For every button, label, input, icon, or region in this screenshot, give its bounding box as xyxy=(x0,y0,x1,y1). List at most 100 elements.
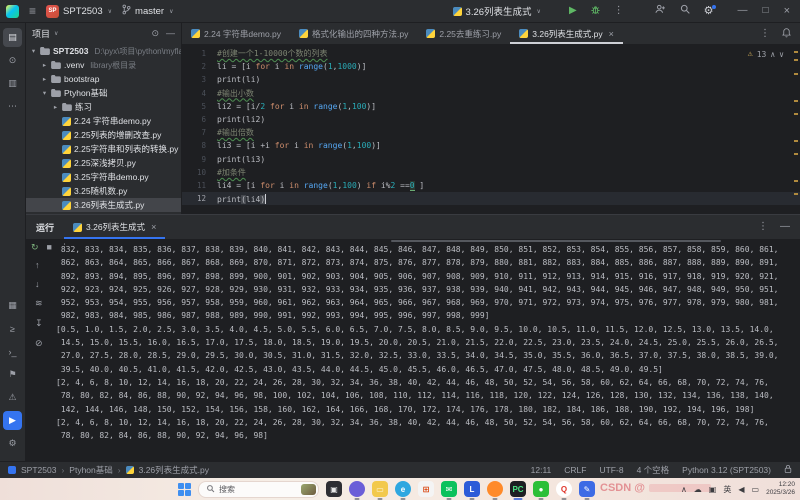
commit-tool-icon[interactable]: ⊙ xyxy=(3,51,22,70)
console-line[interactable]: 952, 953, 954, 955, 956, 957, 958, 959, … xyxy=(56,296,800,309)
run-button[interactable]: ▶ xyxy=(569,6,577,16)
code-line[interactable]: 9print(li3) xyxy=(182,153,800,166)
taskbar-search[interactable]: 搜索 xyxy=(198,481,319,498)
tab-options-icon[interactable]: ⋮ xyxy=(760,29,770,39)
start-button[interactable] xyxy=(178,483,191,496)
next-warning-icon[interactable]: ∨ xyxy=(779,50,784,59)
tree-item[interactable]: 2.25深浅拷贝.py xyxy=(26,156,181,170)
run-tab[interactable]: 3.26列表生成式 × xyxy=(64,215,165,239)
code-with-me-icon[interactable] xyxy=(654,2,666,20)
structure-tool-icon[interactable]: ▥ xyxy=(3,74,22,93)
notifications-bell-icon[interactable] xyxy=(781,25,792,43)
code-line[interactable]: 3print(li) xyxy=(182,73,800,86)
tree-item[interactable]: 3.26列表生成式.py xyxy=(26,198,181,212)
terminal-icon[interactable]: ›_ xyxy=(3,342,22,361)
code-line[interactable]: 10#加条件 xyxy=(182,166,800,179)
console-line[interactable]: 982, 983, 984, 985, 986, 987, 988, 989, … xyxy=(56,309,800,322)
more-options-icon[interactable]: ⋮ xyxy=(60,242,69,253)
statusbar-item[interactable]: Python 3.12 (SPT2503) xyxy=(682,465,771,475)
console-line[interactable]: 27.0, 27.5, 28.0, 28.5, 29.0, 29.5, 30.0… xyxy=(56,349,800,362)
console-line[interactable]: 862, 863, 864, 865, 866, 867, 868, 869, … xyxy=(56,256,800,269)
python-packages-icon[interactable]: ▦ xyxy=(3,296,22,315)
onedrive-icon[interactable]: ☁ xyxy=(694,485,702,494)
file-explorer-icon[interactable]: ▭ xyxy=(372,481,388,497)
code-line[interactable]: 6print(li2) xyxy=(182,113,800,126)
code-line[interactable]: 4#输出小数 xyxy=(182,87,800,100)
tree-item[interactable]: 2.25字符串和列表的转换.py xyxy=(26,142,181,156)
tree-item[interactable]: 2.24 字符串demo.py xyxy=(26,114,181,128)
editor-tab[interactable]: 3.26列表生成式.py× xyxy=(510,23,623,44)
run-config-selector[interactable]: 3.26列表生成式 ∨ xyxy=(453,4,541,18)
soft-wrap-icon[interactable]: ≋ xyxy=(35,298,43,309)
branch-selector[interactable]: master ∨ xyxy=(122,4,173,18)
clear-console-icon[interactable]: ⊘ xyxy=(35,338,43,349)
statusbar-item[interactable]: UTF-8 xyxy=(599,465,623,475)
console-line[interactable]: [2, 4, 6, 8, 10, 12, 14, 16, 18, 20, 22,… xyxy=(56,416,800,429)
locate-file-icon[interactable]: ⊙ xyxy=(151,28,159,39)
hide-panel-icon[interactable]: — xyxy=(166,28,175,39)
close-icon[interactable]: × xyxy=(151,222,156,232)
editor-tab[interactable]: 格式化输出的四种方法.py xyxy=(290,23,417,44)
tray-expand-icon[interactable]: ∧ xyxy=(681,485,687,494)
project-panel-header[interactable]: 项目 ∨ ⊙ — xyxy=(26,23,181,44)
tree-item[interactable]: ▸bootstrap xyxy=(26,72,181,86)
console-hscrollbar[interactable] xyxy=(391,240,721,242)
breadcrumb-item[interactable]: SPT2503 xyxy=(21,465,56,475)
tree-item[interactable]: ▾SPT2503D:\pyx\项目\python\myflaskd xyxy=(26,44,181,58)
qq-icon[interactable]: Q xyxy=(556,481,572,497)
breadcrumb-item[interactable]: 3.26列表生成式.py xyxy=(139,464,209,476)
console-line[interactable]: 892, 893, 894, 895, 896, 897, 898, 899, … xyxy=(56,270,800,283)
tree-item[interactable]: 3.25字符串demo.py xyxy=(26,170,181,184)
code-line[interactable]: 1#创建一个1-10000个数的列表 xyxy=(182,47,800,60)
statusbar-item[interactable]: CRLF xyxy=(564,465,586,475)
ime-indicator[interactable]: 英 xyxy=(723,484,731,495)
tray-app-icon[interactable]: ▣ xyxy=(709,485,717,494)
console-line[interactable]: 78, 80, 82, 84, 86, 88, 90, 92, 94, 96, … xyxy=(56,429,800,442)
close-tab-icon[interactable]: × xyxy=(609,29,614,39)
main-menu-icon[interactable]: ≡ xyxy=(29,5,36,17)
stop-icon[interactable]: ■ xyxy=(47,242,52,253)
console-line[interactable]: 832, 833, 834, 835, 836, 837, 838, 839, … xyxy=(56,243,800,256)
run-console[interactable]: 832, 833, 834, 835, 836, 837, 838, 839, … xyxy=(56,240,800,461)
more-tools-icon[interactable]: ⋯ xyxy=(3,97,22,116)
more-actions-icon[interactable]: ⋮ xyxy=(614,6,624,16)
minimize-button[interactable]: — xyxy=(738,6,748,16)
microsoft-store-icon[interactable]: ⊞ xyxy=(418,481,434,497)
console-line[interactable]: 14.5, 15.0, 15.5, 16.0, 16.5, 17.0, 17.5… xyxy=(56,336,800,349)
tree-item[interactable]: ▸练习 xyxy=(26,100,181,114)
code-line[interactable]: 7#输出倍数 xyxy=(182,126,800,139)
close-button[interactable]: × xyxy=(784,6,790,17)
code-line[interactable]: 11li4 = [i for i in range(1,100) if i%2 … xyxy=(182,179,800,192)
python-console-icon[interactable]: ≥ xyxy=(3,319,22,338)
wechat-icon[interactable]: ● xyxy=(533,481,549,497)
search-everywhere-icon[interactable] xyxy=(679,2,691,20)
code-line[interactable]: 8li3 = [i +i for i in range(1,100)] xyxy=(182,139,800,152)
code-line[interactable]: 2li = [i for i in range(1,1000)] xyxy=(182,60,800,73)
editor-tab[interactable]: 2.25去重练习.py xyxy=(417,23,510,44)
console-line[interactable]: 39.5, 40.0, 40.5, 41.0, 41.5, 42.0, 42.5… xyxy=(56,363,800,376)
task-view-icon[interactable]: ▣ xyxy=(326,481,342,497)
breadcrumb-item[interactable]: Ptyhon基础 xyxy=(69,464,112,476)
editor-scrollbar[interactable] xyxy=(792,45,800,214)
problems-icon[interactable]: ⚠ xyxy=(3,388,22,407)
battery-icon[interactable]: ▭ xyxy=(752,485,760,494)
project-selector[interactable]: SP SPT2503 ∨ xyxy=(46,5,112,18)
console-line[interactable]: [2, 4, 6, 8, 10, 12, 14, 16, 18, 20, 22,… xyxy=(56,376,800,389)
project-tool-icon[interactable]: ▤ xyxy=(3,28,22,47)
hide-panel-icon[interactable]: — xyxy=(780,222,790,232)
settings-gear-icon[interactable]: ⚙ xyxy=(704,6,714,17)
taskbar-clock[interactable]: 12:20 2025/3/26 xyxy=(766,481,795,497)
run-tool-icon[interactable]: ▶ xyxy=(3,411,22,430)
up-stack-icon[interactable]: ↑ xyxy=(35,260,43,270)
services-icon[interactable]: ⚙ xyxy=(3,434,22,453)
console-line[interactable]: 922, 923, 924, 925, 926, 927, 928, 929, … xyxy=(56,283,800,296)
lock-icon[interactable] xyxy=(784,464,792,476)
bookmarks-icon[interactable]: ⚑ xyxy=(3,365,22,384)
prev-warning-icon[interactable]: ∧ xyxy=(770,50,775,59)
edge-beta-icon[interactable] xyxy=(349,481,365,497)
firefox-icon[interactable] xyxy=(487,481,503,497)
tree-item[interactable]: 2.25列表的增删改查.py xyxy=(26,128,181,142)
volume-icon[interactable]: ◀ xyxy=(738,485,744,494)
statusbar-item[interactable]: 4 个空格 xyxy=(637,464,670,476)
console-line[interactable]: [0.5, 1.0, 1.5, 2.0, 2.5, 3.0, 3.5, 4.0,… xyxy=(56,323,800,336)
